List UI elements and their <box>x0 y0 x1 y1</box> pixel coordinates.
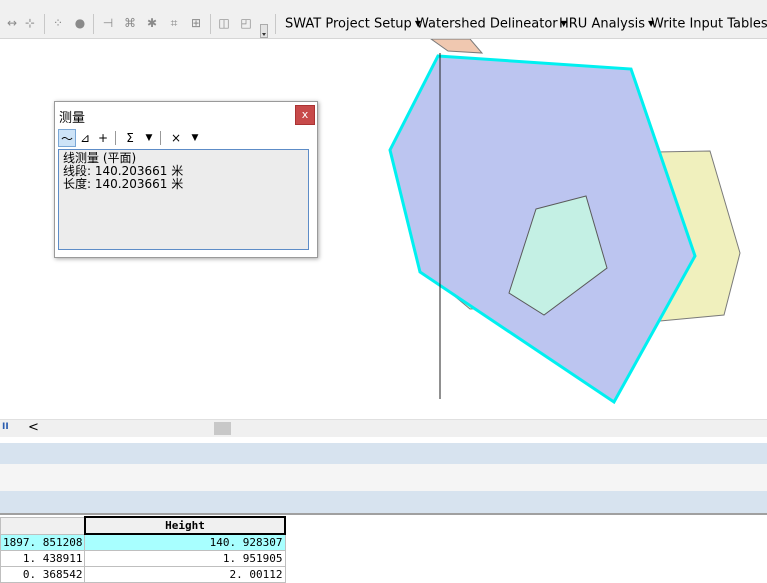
measure-dialog-title: 测量 <box>59 111 86 126</box>
sum-icon[interactable]: Σ <box>121 129 139 147</box>
panel-divider <box>0 513 767 515</box>
table-cell: 1. 438911 <box>0 550 86 567</box>
table-header-row: Height <box>0 516 287 535</box>
pause-drawing-icon[interactable]: II <box>2 422 9 432</box>
toolbar-separator <box>210 14 211 34</box>
split-icon[interactable]: ⊣ <box>100 15 116 31</box>
measure-area-icon[interactable]: ⊿ <box>76 129 94 147</box>
clear-icon[interactable]: × <box>167 129 185 147</box>
measure-results: 线测量 (平面) 线段: 140.203661 米 长度: 140.203661… <box>58 149 309 250</box>
menu-watershed-delineator[interactable]: Watershed Delineator ▼ <box>416 15 567 33</box>
measure-feature-icon[interactable]: + <box>94 129 112 147</box>
close-button[interactable]: x <box>295 105 315 125</box>
clip-icon[interactable]: ◰ <box>238 15 254 31</box>
map-horizontal-scrollbar[interactable]: II < <box>0 419 767 437</box>
panel-band <box>0 443 767 464</box>
table-cell: 0. 368542 <box>0 566 86 583</box>
units-dropdown-icon[interactable]: ▼ <box>140 129 158 147</box>
reshape-icon[interactable]: ⌘ <box>122 15 138 31</box>
scroll-left-icon[interactable]: < <box>28 420 39 435</box>
grid-icon[interactable]: ⊞ <box>188 15 204 31</box>
table-row[interactable]: 1. 438911 1. 951905 <box>0 550 286 567</box>
pointer-icon[interactable]: ↔ <box>4 15 20 31</box>
scroll-thumb[interactable] <box>214 422 231 435</box>
sphere-icon[interactable]: ● <box>72 15 88 31</box>
toolbar-separator <box>44 14 45 34</box>
measure-line-icon[interactable]: 〜 <box>58 129 76 147</box>
menu-hru-analysis[interactable]: HRU Analysis ▼ <box>559 15 654 33</box>
toolbar-separator <box>275 14 276 34</box>
merge-icon[interactable]: ◫ <box>216 15 232 31</box>
top-toolbar-strip <box>0 0 767 10</box>
table-row[interactable]: 1897. 851208 140. 928307 <box>0 533 286 551</box>
panel-band <box>0 491 767 513</box>
options-dropdown-icon[interactable]: ▼ <box>186 129 204 147</box>
measure-length-text: 长度: 140.203661 米 <box>63 177 184 191</box>
table-cell: 2. 00112 <box>84 566 286 583</box>
column-header[interactable] <box>0 516 86 535</box>
attribute-table: Height 1897. 851208 140. 928307 1. 43891… <box>0 516 287 583</box>
scale-icon[interactable]: ⌗ <box>166 15 182 31</box>
table-cell: 1897. 851208 <box>0 533 86 551</box>
column-header-height[interactable]: Height <box>83 516 287 535</box>
snap-icon[interactable]: ⁘ <box>50 15 66 31</box>
table-cell: 1. 951905 <box>84 550 286 567</box>
toolbar-separator <box>93 14 94 34</box>
rotate-icon[interactable]: ✱ <box>144 15 160 31</box>
table-row[interactable]: 0. 368542 2. 00112 <box>0 566 286 583</box>
panel-band <box>0 464 767 491</box>
edit-vertex-icon[interactable]: ⊹ <box>22 15 38 31</box>
measure-toolbar: 〜 ⊿ + Σ ▼ × ▼ <box>56 128 314 148</box>
toolbar-separator <box>160 131 161 145</box>
menu-swat-project-setup[interactable]: SWAT Project Setup ▼ <box>285 15 421 33</box>
table-cell: 140. 928307 <box>84 533 286 551</box>
toolbar-separator <box>115 131 116 145</box>
main-toolbar: ↔ ⊹ ⁘ ● ⊣ ⌘ ✱ ⌗ ⊞ ◫ ◰ SWAT Project Setup… <box>0 10 767 39</box>
menu-write-input-tables[interactable]: Write Input Tables▼ <box>651 15 767 33</box>
toolbar-overflow-grip[interactable] <box>260 24 268 38</box>
measure-dialog: 测量 x 〜 ⊿ + Σ ▼ × ▼ 线测量 (平面) 线段: 140.2036… <box>54 101 318 258</box>
orange-polygon[interactable] <box>430 39 484 54</box>
